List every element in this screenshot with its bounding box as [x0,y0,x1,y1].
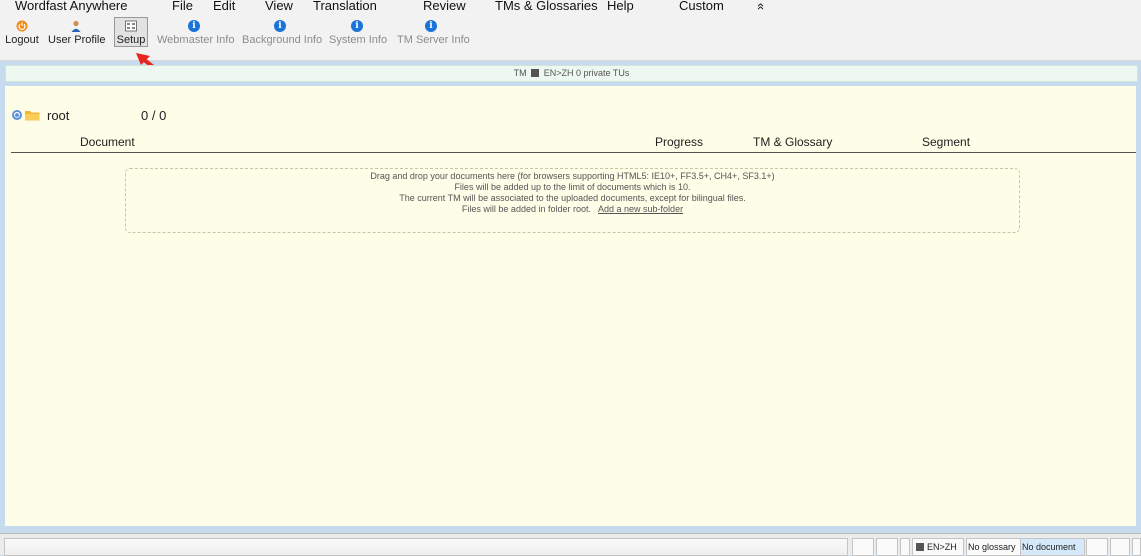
status-cell [876,538,898,556]
status-message-field [4,538,848,556]
add-subfolder-link[interactable]: Add a new sub-folder [598,204,683,214]
webmaster-info-label: Webmaster Info [157,34,235,46]
status-cell [1110,538,1130,556]
info-icon: i [351,20,363,32]
status-cell [852,538,874,556]
tm-info-text: EN>ZH 0 private TUs [543,68,630,78]
setup-button[interactable]: Setup [114,17,148,47]
system-info-button[interactable]: i System Info [329,18,388,46]
menu-tms-glossaries[interactable]: TMs & Glossaries [495,0,598,13]
menu-edit[interactable]: Edit [213,0,235,13]
drop-folder-line: Files will be added in folder root. Add … [126,204,1019,215]
user-icon [71,20,81,32]
menu-translation[interactable]: Translation [313,0,377,13]
menu-view[interactable]: View [265,0,293,13]
menu-help[interactable]: Help [607,0,634,13]
collapse-menu-icon[interactable]: « [754,3,769,10]
background-info-button[interactable]: i Background Info [242,18,323,46]
tm-server-info-label: TM Server Info [397,34,470,46]
power-icon [16,20,28,32]
toolbar: Logout User Profile Setup i Webmaster In… [0,14,1141,61]
database-icon [531,69,540,77]
refresh-folder-icon[interactable] [11,108,41,122]
user-profile-button[interactable]: User Profile [48,18,106,46]
header-divider [11,152,1136,153]
system-info-label: System Info [329,34,388,46]
glossary-indicator[interactable]: No glossary [966,538,1021,556]
background-info-label: Background Info [242,34,323,46]
tm-info-bar[interactable]: TM EN>ZH 0 private TUs [5,65,1138,82]
menu-bar: Wordfast Anywhere File Edit View Transla… [0,0,1141,14]
folder-name[interactable]: root [47,108,69,123]
document-indicator[interactable]: No document [1020,538,1085,556]
language-pair-indicator[interactable]: EN>ZH [912,538,964,556]
file-drop-zone[interactable]: Drag and drop your documents here (for b… [125,168,1020,233]
folder-count: 0 / 0 [141,108,167,123]
drop-tm-text: The current TM will be associated to the… [399,193,746,203]
header-progress[interactable]: Progress [655,135,703,149]
menu-file[interactable]: File [172,0,193,13]
database-icon [916,543,924,551]
status-cell [900,538,910,556]
status-cell [1132,538,1141,556]
header-tm-glossary[interactable]: TM & Glossary [753,135,832,149]
tm-prefix: TM [513,68,527,78]
header-document[interactable]: Document [80,135,135,149]
drop-instructions: Drag and drop your documents here (for b… [370,171,775,181]
user-profile-label: User Profile [48,34,106,46]
settings-icon [125,20,137,32]
drop-folder-text: Files will be added in folder root. [461,204,591,214]
tm-server-info-button[interactable]: i TM Server Info [397,18,470,46]
status-cell [1086,538,1108,556]
document-panel: root 0 / 0 Document Progress TM & Glossa… [5,86,1136,526]
drop-limit-text: Files will be added up to the limit of d… [454,182,691,192]
document-label: No document [1022,542,1076,552]
logout-button[interactable]: Logout [4,18,40,46]
language-pair-label: EN>ZH [927,542,957,552]
setup-label: Setup [116,34,146,46]
logout-label: Logout [5,34,39,46]
info-icon: i [425,20,437,32]
menu-review[interactable]: Review [423,0,466,13]
header-segment[interactable]: Segment [922,135,970,149]
status-bar: EN>ZH No glossary No document [0,533,1141,556]
glossary-label: No glossary [968,542,1016,552]
menu-wordfast-anywhere[interactable]: Wordfast Anywhere [15,0,127,13]
info-icon: i [274,20,286,32]
webmaster-info-button[interactable]: i Webmaster Info [157,18,235,46]
info-icon: i [188,20,200,32]
menu-custom[interactable]: Custom [679,0,724,13]
